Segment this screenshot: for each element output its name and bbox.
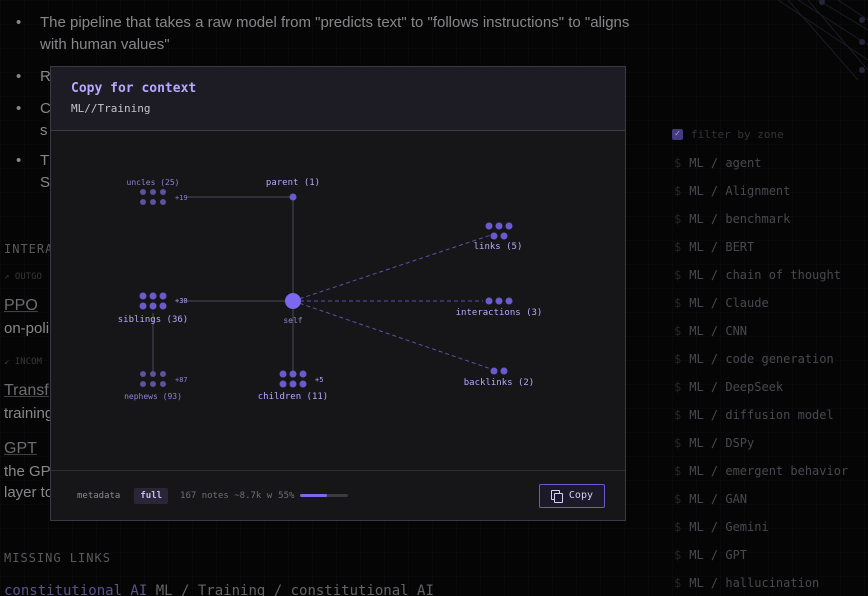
modal-footer: metadata full 167 notes ~8.7k w 55% Copy	[51, 470, 625, 520]
links-dots	[485, 222, 513, 240]
parent-label: parent (1)	[266, 178, 320, 188]
nephews-more: +87	[175, 376, 188, 384]
nephews-label: nephews (93)	[124, 392, 182, 401]
parent-node	[289, 193, 297, 201]
siblings-label: siblings (36)	[118, 315, 188, 325]
modal-header: Copy for context ML//Training	[51, 67, 625, 131]
edge-links	[292, 234, 492, 302]
children-dots	[279, 370, 307, 388]
uncles-label: uncles (25)	[127, 178, 180, 187]
copy-label: Copy	[568, 490, 593, 501]
nephews-dots	[140, 371, 166, 387]
backlinks-label: backlinks (2)	[464, 378, 534, 388]
budget-progress	[300, 494, 349, 497]
modal-title: Copy for context	[71, 81, 197, 96]
uncles-dots	[140, 189, 166, 205]
interactions-dots	[485, 297, 513, 305]
self-label: self	[283, 316, 302, 325]
siblings-dots	[139, 292, 167, 310]
links-label: links (5)	[474, 242, 523, 252]
backlinks-dots	[490, 367, 508, 375]
metadata-label: metadata	[77, 490, 121, 501]
siblings-more: +30	[175, 297, 188, 305]
percent-label: 55%	[278, 490, 295, 501]
copy-icon	[550, 489, 563, 503]
copy-button[interactable]: Copy	[538, 483, 605, 508]
children-label: children (11)	[258, 392, 328, 402]
self-node	[285, 293, 301, 309]
note-stats: 167 notes ~8.7k w	[180, 490, 273, 501]
context-graph: parent (1) uncles (25) +19 siblings (36)…	[118, 178, 543, 402]
budget-progress-fill	[300, 494, 327, 497]
copy-context-modal: Copy for context ML//Training parent (1)…	[50, 66, 626, 521]
mode-toggle[interactable]: full	[134, 487, 169, 504]
children-more: +5	[315, 376, 323, 384]
interactions-label: interactions (3)	[456, 308, 543, 318]
uncles-more: +19	[175, 194, 188, 202]
modal-subtitle: ML//Training	[71, 102, 151, 115]
